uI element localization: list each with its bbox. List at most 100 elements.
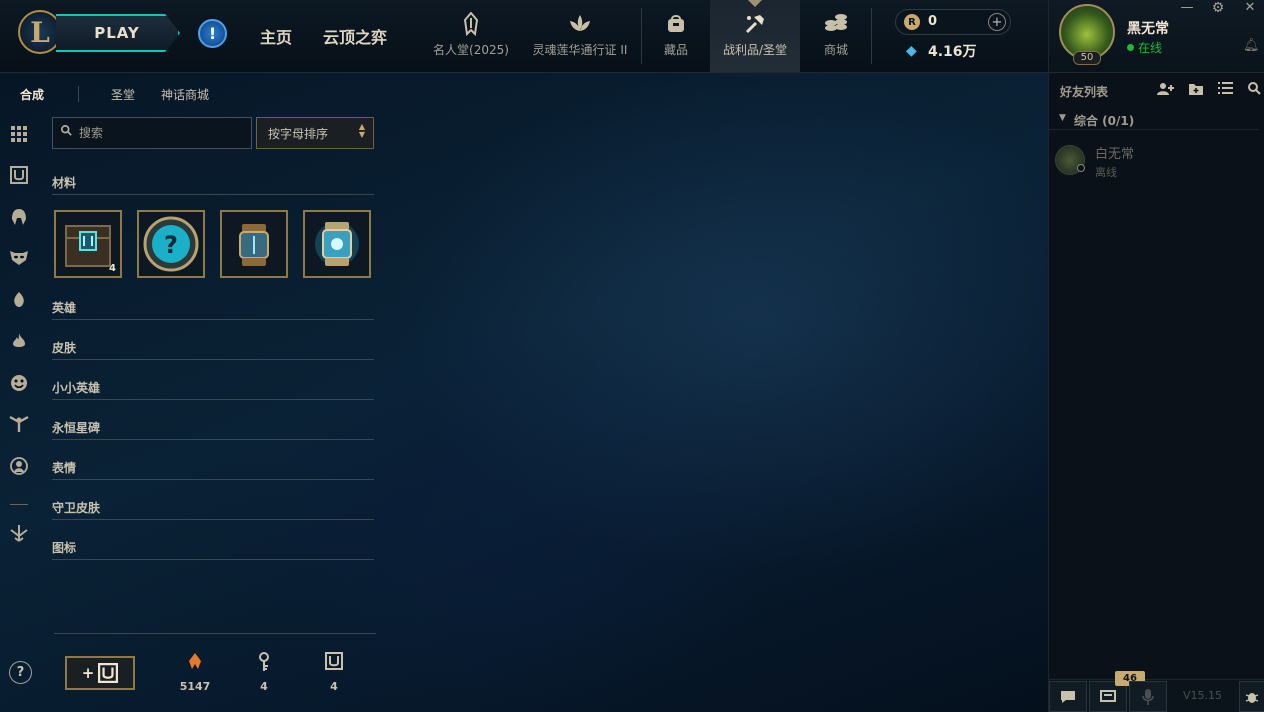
play-button[interactable]: PLAY <box>56 14 180 52</box>
close-icon[interactable]: ✕ <box>1240 0 1260 15</box>
section-emotes[interactable]: 表情 <box>52 458 374 480</box>
loot-tile-hextech-chest[interactable]: 4 <box>54 210 122 278</box>
section-eternals[interactable]: 永恒星碑 <box>52 418 374 440</box>
top-navigation: L PLAY ! 主页 云顶之弈 名人堂(2025) 灵魂莲华通行证 II 藏品… <box>0 0 1048 73</box>
nav-item-label: 战利品/圣堂 <box>722 43 788 57</box>
craft-key-button[interactable]: + <box>65 656 135 690</box>
riot-points-icon: R <box>904 14 920 30</box>
collapse-triangle-icon: ▼ <box>1059 113 1066 123</box>
nav-divider <box>871 8 872 64</box>
friend-status: 离线 <box>1095 166 1117 179</box>
voice-mic-icon[interactable] <box>1129 681 1167 712</box>
nav-hall-of-legends[interactable]: 名人堂(2025) <box>428 0 514 72</box>
section-ward-skins[interactable]: 守卫皮肤 <box>52 498 374 520</box>
section-title: 皮肤 <box>52 341 77 355</box>
category-champion-helmet-icon[interactable] <box>8 206 30 228</box>
help-icon[interactable]: ? <box>9 661 32 684</box>
add-folder-icon[interactable] <box>1188 82 1204 100</box>
search-icon <box>60 125 72 139</box>
key-stat: 4 <box>244 652 284 693</box>
section-champions[interactable]: 英雄 <box>52 298 374 320</box>
profile-status[interactable]: 在线 <box>1127 39 1162 56</box>
chest-count-value: 4 <box>330 680 338 693</box>
tab-mythic-shop[interactable]: 神话商城 <box>161 86 209 103</box>
category-eternals-flame-icon[interactable] <box>8 330 30 352</box>
category-little-legend-icon[interactable] <box>8 289 30 311</box>
friend-list-item[interactable]: 白无常 离线 <box>1055 142 1255 182</box>
sort-dropdown[interactable]: 按字母排序 ▲ ▼ <box>256 117 374 149</box>
orange-essence-stat: 5147 <box>175 652 215 693</box>
bug-report-icon[interactable] <box>1239 681 1264 712</box>
lotus-pass-icon <box>567 11 593 37</box>
nav-store[interactable]: 商城 <box>808 0 864 72</box>
blue-essence-icon: ◆ <box>906 43 917 59</box>
category-skin-mask-icon[interactable] <box>8 247 30 269</box>
status-label: 在线 <box>1138 41 1163 55</box>
settings-gear-icon[interactable]: ⚙ <box>1208 0 1228 16</box>
category-emote-face-icon[interactable] <box>8 372 30 394</box>
friends-title: 好友列表 <box>1060 85 1109 99</box>
minimize-icon[interactable]: — <box>1177 0 1197 15</box>
chest-icon <box>98 663 119 683</box>
mystery-orb-icon: ? <box>143 216 199 272</box>
section-title: 守卫皮肤 <box>52 501 101 515</box>
loot-search-box[interactable] <box>52 117 252 149</box>
loot-tile-mystery-orb[interactable]: ? <box>137 210 205 278</box>
client-version: V15.15 <box>1183 689 1223 702</box>
nav-item-label: 商城 <box>823 43 848 57</box>
sidebar-divider <box>10 504 28 505</box>
section-icons[interactable]: 图标 <box>52 538 374 560</box>
chat-icon[interactable] <box>1049 681 1087 712</box>
social-bottom-bar: 46 V15.15 <box>1049 671 1264 712</box>
alert-icon[interactable]: ! <box>198 19 227 48</box>
tab-sanctum[interactable]: 圣堂 <box>111 86 135 103</box>
glowing-capsule-icon <box>315 222 359 266</box>
nav-divider <box>641 8 642 64</box>
search-input[interactable] <box>79 124 239 142</box>
collection-bag-icon <box>663 11 689 37</box>
orange-essence-icon <box>175 652 215 674</box>
section-materials[interactable]: 材料 <box>52 173 374 195</box>
category-profile-icon[interactable] <box>8 455 30 477</box>
section-little-legends[interactable]: 小小英雄 <box>52 378 374 400</box>
key-icon <box>244 652 284 674</box>
category-ward-icon[interactable] <box>8 413 30 435</box>
nav-home[interactable]: 主页 <box>260 24 292 48</box>
store-coins-icon <box>823 11 849 37</box>
item-count: 4 <box>109 263 116 274</box>
loot-tile-glowing-capsule[interactable] <box>303 210 371 278</box>
nav-tft[interactable]: 云顶之弈 <box>323 24 387 48</box>
loot-hammer-icon <box>742 11 768 37</box>
riot-points-value: 0 <box>928 14 938 29</box>
buy-rp-button[interactable]: + <box>988 13 1006 31</box>
list-view-icon[interactable] <box>1218 82 1233 98</box>
notification-bell-icon[interactable]: 🔔︎ <box>1243 38 1260 53</box>
hall-of-legends-icon <box>458 11 484 37</box>
league-logo-icon[interactable]: L <box>18 10 62 54</box>
category-mythic-icon[interactable] <box>8 522 30 544</box>
friends-header: 好友列表 <box>1049 80 1264 102</box>
friend-group-general[interactable]: ▼ 综合 (0/1) <box>1049 108 1259 130</box>
sort-label: 按字母排序 <box>268 127 329 141</box>
sort-arrows-icon: ▲ ▼ <box>358 122 365 139</box>
profile-header[interactable]: 50 黑无常 在线 — ⚙ ✕ 🔔︎ <box>1049 0 1264 73</box>
tab-crafting[interactable]: 合成 <box>20 86 44 103</box>
friend-search-icon[interactable] <box>1248 82 1261 99</box>
section-skins[interactable]: 皮肤 <box>52 338 374 360</box>
offline-dot-icon <box>1077 164 1085 172</box>
nav-item-label: 灵魂莲华通行证 II <box>532 43 628 57</box>
section-title: 材料 <box>52 176 77 190</box>
category-chest-icon[interactable] <box>8 164 30 186</box>
orange-essence-value: 5147 <box>179 680 211 693</box>
add-friend-icon[interactable] <box>1157 82 1175 100</box>
category-all-grid-icon[interactable] <box>8 123 30 145</box>
nav-loot[interactable]: 战利品/圣堂 <box>710 0 800 72</box>
nav-item-label: 名人堂(2025) <box>433 43 509 57</box>
loot-tile-capsule[interactable] <box>220 210 288 278</box>
nav-battle-pass[interactable]: 灵魂莲华通行证 II <box>526 0 634 72</box>
nav-collection[interactable]: 藏品 <box>648 0 704 72</box>
group-title: 综合 (0/1) <box>1074 114 1135 128</box>
online-dot-icon <box>1127 44 1134 51</box>
friend-name: 白无常 <box>1095 147 1135 162</box>
blue-essence-wallet: ◆ 4.16万 <box>906 41 977 61</box>
